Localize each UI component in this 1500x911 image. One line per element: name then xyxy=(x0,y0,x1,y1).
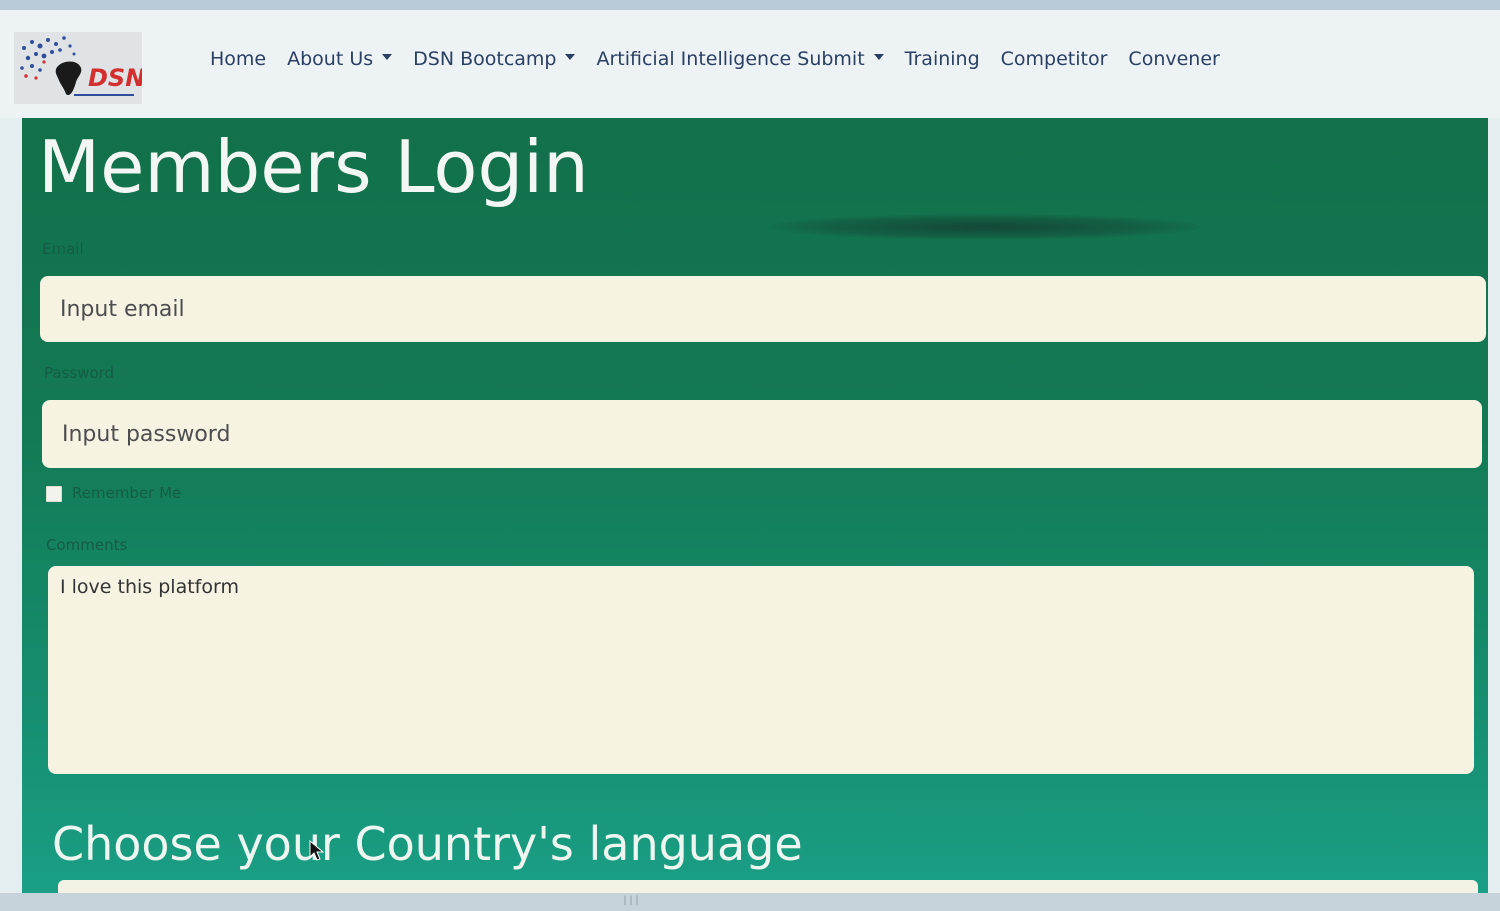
window-top-edge xyxy=(0,0,1500,10)
login-panel xyxy=(22,118,1488,911)
email-label: Email xyxy=(42,240,84,258)
nav-about-us-label: About Us xyxy=(287,48,374,70)
dsn-logo[interactable]: DSN xyxy=(14,32,142,104)
logo-text: DSN xyxy=(88,64,142,92)
caret-down-icon xyxy=(565,54,576,60)
nav-dsn-bootcamp-label: DSN Bootcamp xyxy=(413,48,557,70)
nav-home-label: Home xyxy=(210,48,267,70)
nav-artificial-intelligence-submit[interactable]: Artificial Intelligence Submit xyxy=(596,48,884,70)
nav-home[interactable]: Home xyxy=(210,48,266,70)
page-title: Members Login xyxy=(38,125,589,209)
caret-down-icon xyxy=(873,54,884,60)
comments-textarea[interactable]: I love this platform xyxy=(48,566,1474,774)
nav-training[interactable]: Training xyxy=(905,48,980,70)
africa-map-icon xyxy=(55,61,82,96)
comments-label: Comments xyxy=(46,536,128,554)
language-heading: Choose your Country's language xyxy=(52,817,803,871)
main-nav: Home About Us DSN Bootcamp Artificial In… xyxy=(210,48,1241,70)
email-field[interactable] xyxy=(40,276,1486,342)
nav-competitor-label: Competitor xyxy=(1000,48,1108,70)
nav-convener[interactable]: Convener xyxy=(1128,48,1219,70)
navbar: DSN Home About Us DSN Bootcamp Artificia… xyxy=(0,10,1500,118)
nav-dsn-bootcamp[interactable]: DSN Bootcamp xyxy=(413,48,576,70)
screen-smudge xyxy=(770,214,1200,240)
nav-competitor[interactable]: Competitor xyxy=(1001,48,1108,70)
nav-ai-submit-label: Artificial Intelligence Submit xyxy=(596,48,865,70)
password-field[interactable] xyxy=(42,400,1482,468)
scrollbar-grip-icon[interactable]: ||| xyxy=(622,895,640,906)
remember-me-checkbox[interactable] xyxy=(46,486,62,502)
caret-down-icon xyxy=(382,54,393,60)
remember-me-label[interactable]: Remember Me xyxy=(72,484,181,502)
mouse-pointer-icon xyxy=(309,840,325,861)
window-bottom-bar xyxy=(0,893,1500,911)
nav-training-label: Training xyxy=(904,48,980,70)
dsn-logo-graphic: DSN xyxy=(20,36,142,96)
nav-convener-label: Convener xyxy=(1128,48,1220,70)
password-label: Password xyxy=(44,364,115,382)
nav-about-us[interactable]: About Us xyxy=(287,48,393,70)
browser-page: DSN Home About Us DSN Bootcamp Artificia… xyxy=(0,0,1500,911)
